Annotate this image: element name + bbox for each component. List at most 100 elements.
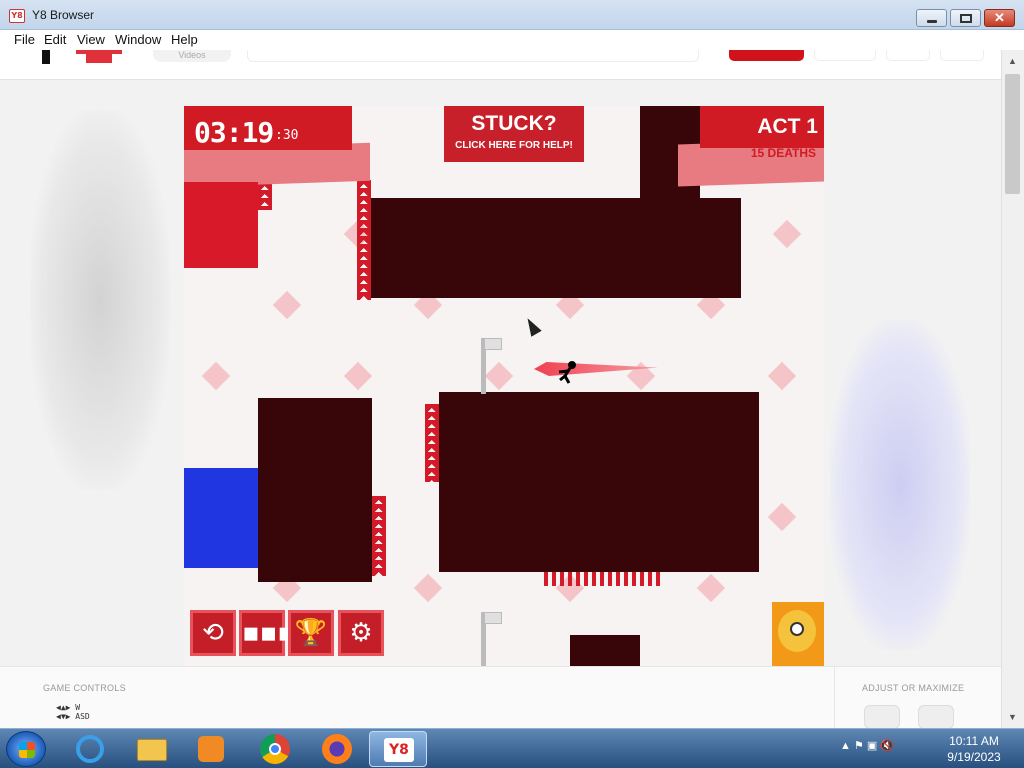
maximize-game-button[interactable]	[918, 705, 954, 728]
restart-icon: ⟲	[202, 618, 224, 648]
maximize-icon	[960, 14, 972, 23]
spikes-wall	[258, 182, 272, 210]
firefox-button[interactable]	[307, 731, 365, 767]
settings-gear-icon: ⚙	[349, 618, 373, 648]
menu-bar: File Edit View Window Help	[0, 30, 1024, 50]
close-button[interactable]: ✕	[984, 9, 1015, 27]
site-header: Videos	[0, 50, 1001, 80]
mascot-bear-icon[interactable]	[772, 602, 824, 666]
diamond-tile	[626, 361, 656, 391]
spikes-center-left	[425, 404, 439, 482]
spikes-center-bottom	[544, 572, 664, 586]
panel-divider	[834, 667, 835, 728]
keyboard-keys-icon: ◀▲▶ W ◀▼▶ ASD	[56, 703, 90, 721]
media-player-icon	[198, 736, 224, 762]
chrome-button[interactable]	[245, 731, 303, 767]
window-titlebar: Y8 Y8 Browser ✕	[0, 0, 1024, 30]
keys-row-1: ◀▲▶ W	[56, 703, 81, 712]
site-logo[interactable]	[42, 50, 50, 64]
diamond-tile	[413, 573, 443, 603]
internet-explorer-icon	[76, 735, 104, 763]
diamond-tile	[484, 361, 514, 391]
mascot-eye	[790, 622, 804, 636]
keys-row-2: ◀▼▶ ASD	[56, 712, 90, 721]
stuck-title: STUCK?	[471, 112, 557, 135]
media-player-button[interactable]	[182, 731, 240, 767]
settings-button[interactable]: ⚙	[338, 610, 384, 656]
diamond-tile	[201, 361, 231, 391]
browser-content: Videos 03:19:30 STUCK? CLICK HERE FOR H…	[0, 50, 1001, 728]
windows-logo-icon	[19, 742, 35, 758]
menu-file[interactable]: File	[14, 32, 35, 47]
ceiling-block	[371, 198, 741, 298]
ad-blur-left	[30, 110, 170, 490]
header-icon-button-2[interactable]	[940, 50, 984, 61]
y8-browser-icon: Y8	[384, 738, 414, 762]
y8-app-icon: Y8	[9, 9, 25, 23]
game-controls-panel: GAME CONTROLS ◀▲▶ W ◀▼▶ ASD ADJUST OR MA…	[0, 666, 1001, 728]
scroll-up-icon[interactable]: ▲	[1008, 56, 1017, 66]
trophy-icon: 🏆	[294, 618, 328, 648]
checkpoint-flag-icon	[484, 338, 502, 350]
diamond-tile	[272, 290, 302, 320]
spikes-ceiling-left	[357, 180, 371, 300]
minimize-button[interactable]	[916, 9, 947, 27]
file-explorer-icon	[137, 739, 167, 761]
minimize-icon	[927, 20, 937, 23]
clock-date: 9/19/2023	[947, 750, 1001, 764]
player-stickman-icon	[558, 361, 576, 384]
timer: 03:19	[194, 116, 274, 149]
start-button[interactable]	[6, 731, 46, 767]
taskbar: Y8 ▲ ⚑ ▣ 🔇 10:11 AM 9/19/2023	[0, 728, 1024, 768]
maximize-button[interactable]	[950, 9, 981, 27]
y8-browser-taskbar-button[interactable]: Y8	[369, 731, 427, 767]
act-title: ACT 1	[757, 115, 818, 138]
bottom-block	[570, 635, 640, 666]
death-counter: 15 DEATHS	[750, 146, 816, 160]
diamond-tile	[772, 219, 802, 249]
scroll-down-icon[interactable]: ▼	[1008, 712, 1017, 722]
close-icon: ✕	[994, 10, 1005, 25]
game-canvas[interactable]: 03:19 :30 STUCK? CLICK HERE FOR HELP! AC…	[184, 106, 824, 666]
taskbar-clock[interactable]: 10:11 AM 9/19/2023	[936, 733, 1012, 765]
header-button[interactable]	[814, 50, 876, 61]
clock-time: 10:11 AM	[949, 734, 999, 748]
diamond-tile	[343, 361, 373, 391]
site-search-input[interactable]	[247, 50, 699, 62]
level-select-icon: ▪▪▪	[242, 618, 295, 648]
diamond-tile	[767, 502, 797, 532]
diamond-tile	[767, 361, 797, 391]
blue-water	[184, 468, 258, 568]
menu-edit[interactable]: Edit	[44, 32, 66, 47]
achievements-button[interactable]: 🏆	[288, 610, 334, 656]
timer-panel: 03:19 :30	[184, 106, 352, 150]
internet-explorer-button[interactable]	[60, 731, 118, 767]
chrome-icon	[260, 734, 290, 764]
timer-ms: :30	[275, 128, 299, 143]
page-scrollbar[interactable]: ▲ ▼	[1001, 50, 1024, 728]
system-tray[interactable]: ▲ ⚑ ▣ 🔇	[840, 739, 894, 752]
scroll-thumb[interactable]	[1005, 74, 1020, 194]
level-select-button[interactable]: ▪▪▪	[239, 610, 295, 656]
site-logo-accent-2	[86, 54, 112, 63]
adjust-maximize-label: ADJUST OR MAXIMIZE	[862, 683, 965, 693]
mouse-cursor-icon	[522, 315, 542, 337]
left-block	[258, 398, 372, 582]
ad-blur-right	[830, 320, 970, 650]
red-wall	[184, 182, 258, 268]
menu-view[interactable]: View	[77, 32, 105, 47]
diamond-tile	[696, 573, 726, 603]
checkpoint-flag-icon	[484, 612, 502, 624]
restart-button[interactable]: ⟲	[190, 610, 236, 656]
adjust-button[interactable]	[864, 705, 900, 728]
spikes-left-block	[372, 496, 386, 576]
menu-help[interactable]: Help	[171, 32, 198, 47]
signup-button[interactable]	[729, 50, 804, 61]
game-controls-label: GAME CONTROLS	[43, 683, 126, 693]
center-block	[439, 392, 759, 572]
header-icon-button[interactable]	[886, 50, 930, 61]
videos-tab[interactable]: Videos	[153, 50, 231, 62]
act-panel: ACT 1	[700, 106, 824, 148]
file-explorer-button[interactable]	[122, 731, 180, 767]
menu-window[interactable]: Window	[115, 32, 161, 47]
